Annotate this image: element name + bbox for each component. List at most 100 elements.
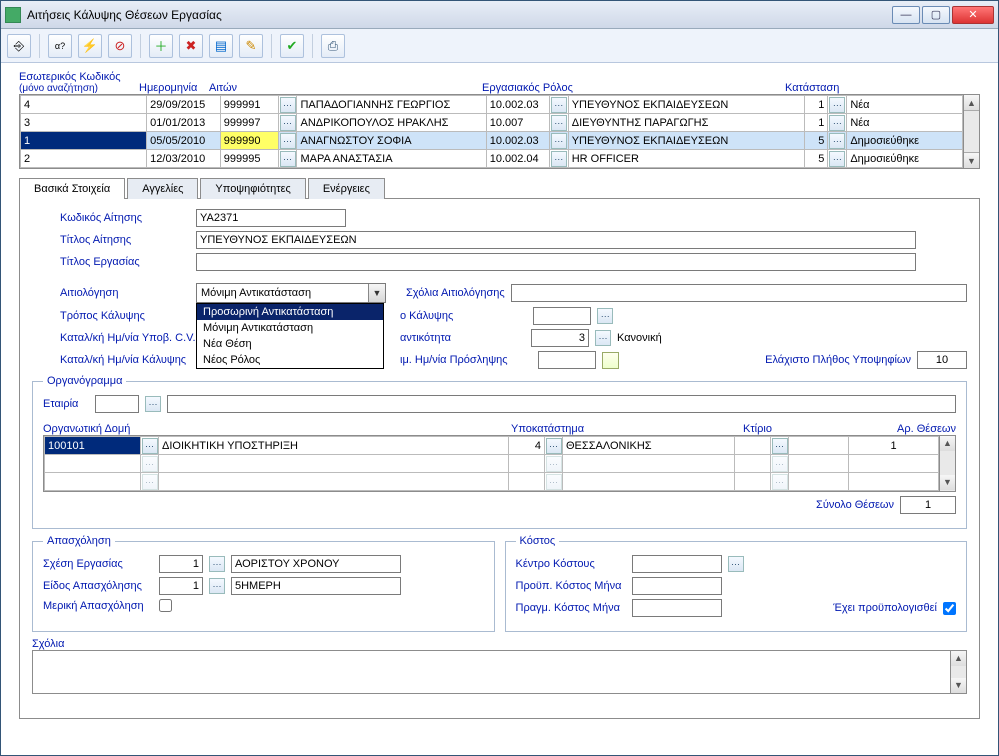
print-icon[interactable]: ⎙ [321,34,345,58]
label-total-positions: Σύνολο Θέσεων [816,499,894,511]
lookup-building-icon[interactable]: ⋯ [772,456,788,472]
table-row[interactable]: 429/09/2015999991⋯ΠΑΠΑΔΟΓΙΑΝΝΗΣ ΓΕΩΡΓΙΟΣ… [21,96,963,114]
label-is-budgeted: Έχει προϋπολογισθεί [833,602,937,614]
org-row-name: ΔΙΟΙΚΗΤΙΚΗ ΥΠΟΣΤΗΡΙΞΗ [159,437,509,455]
checkbox-partial-employment[interactable] [159,599,172,612]
lookup-status-icon[interactable]: ⋯ [829,133,845,149]
lookup-org-icon[interactable]: ⋯ [142,438,158,454]
tab-candidates[interactable]: Υποψηφιότητες [200,178,305,199]
lookup-company-icon[interactable]: ⋯ [145,396,161,412]
lookup-work-relation-icon[interactable]: ⋯ [209,556,225,572]
lightning-icon[interactable]: ⚡ [78,34,102,58]
input-hire-date[interactable] [538,351,596,369]
filter-blue-icon[interactable]: ▤ [209,34,233,58]
combo-reason-option[interactable]: Νέα Θέση [197,336,383,352]
minimize-button[interactable]: — [892,6,920,24]
input-employment-type-code[interactable] [159,577,203,595]
input-company-code[interactable] [95,395,139,413]
org-structure-grid[interactable]: 100101 ⋯ ΔΙΟΙΚΗΤΙΚΗ ΥΠΟΣΤΗΡΙΞΗ 4 ⋯ ΘΕΣΣΑ… [43,435,940,492]
input-work-relation-code[interactable] [159,555,203,573]
label-budget-cost: Προϋπ. Κόστος Μήνα [516,580,626,592]
lookup-cost-center-icon[interactable]: ⋯ [728,556,744,572]
lookup-employment-type-icon[interactable]: ⋯ [209,578,225,594]
add-green-icon[interactable]: ＋ [149,34,173,58]
combo-reason[interactable]: Μόνιμη Αντικατάσταση ▼ Προσωρινή Αντικατ… [196,283,386,303]
titlebar[interactable]: Αιτήσεις Κάλυψης Θέσεων Εργασίας — ▢ ✕ [1,1,998,29]
input-urgency-code[interactable] [531,329,589,347]
delete-red-icon[interactable]: ✖ [179,34,203,58]
label-cover-method: Τρόπος Κάλυψης [60,310,190,322]
input-request-code[interactable] [196,209,346,227]
lookup-requester-icon[interactable]: ⋯ [280,151,296,167]
lookup-building-icon[interactable]: ⋯ [772,474,788,490]
combo-reason-option[interactable]: Προσωρινή Αντικατάσταση [197,304,383,320]
lookup-status-icon[interactable]: ⋯ [829,97,845,113]
requests-grid[interactable]: 429/09/2015999991⋯ΠΑΠΑΔΟΓΙΑΝΝΗΣ ΓΕΩΡΓΙΟΣ… [19,94,964,169]
label-cv-deadline: Καταλ/κή Ημ/νία Υποβ. C.V. [60,332,215,344]
close-button[interactable]: ✕ [952,6,994,24]
lookup-branch-icon[interactable]: ⋯ [546,456,562,472]
lookup-role-icon[interactable]: ⋯ [551,97,567,113]
table-row[interactable]: 212/03/2010999995⋯ΜΑΡΑ ΑΝΑΣΤΑΣΙΑ10.002.0… [21,150,963,168]
check-green-icon[interactable]: ✔ [280,34,304,58]
checkbox-is-budgeted[interactable] [943,602,956,615]
grid-header-date: Ημερομηνία [139,82,197,94]
org-row-branch-code[interactable]: 4 [509,437,545,455]
lookup-role-icon[interactable]: ⋯ [551,133,567,149]
combo-reason-value: Μόνιμη Αντικατάσταση [197,286,368,300]
lookup-requester-icon[interactable]: ⋯ [280,133,296,149]
org-row-positions[interactable]: 1 [849,437,939,455]
label-company: Εταιρία [43,398,89,410]
lookup-branch-icon[interactable]: ⋯ [546,438,562,454]
tab-basic[interactable]: Βασικά Στοιχεία [19,178,125,199]
cancel-circle-icon[interactable]: ⊘ [108,34,132,58]
label-reason: Αιτιολόγηση [60,287,190,299]
lookup-cover-icon[interactable]: ⋯ [597,308,613,324]
input-cost-center-code[interactable] [632,555,722,573]
door-exit-icon[interactable]: ⎆ [7,34,31,58]
org-row-building-code[interactable] [735,437,771,455]
lookup-org-icon[interactable]: ⋯ [142,456,158,472]
label-actual-cost: Πραγμ. Κόστος Μήνα [516,602,626,614]
label-partial-employment: Μερική Απασχόληση [43,600,153,612]
lookup-urgency-icon[interactable]: ⋯ [595,330,611,346]
app-icon [5,7,21,23]
input-actual-cost[interactable] [632,599,722,617]
label-employment-type: Είδος Απασχόλησης [43,580,153,592]
urgency-text: Κανονική [617,332,662,344]
help-ab-icon[interactable]: α? [48,34,72,58]
lookup-role-icon[interactable]: ⋯ [551,151,567,167]
input-request-title[interactable] [196,231,916,249]
combo-reason-dropdown[interactable]: Προσωρινή ΑντικατάστασηΜόνιμη Αντικατάστ… [196,303,384,369]
lookup-role-icon[interactable]: ⋯ [551,115,567,131]
pencil-icon[interactable]: ✎ [239,34,263,58]
lookup-requester-icon[interactable]: ⋯ [280,97,296,113]
comments-scrollbar[interactable]: ▲▼ [951,650,967,694]
combo-reason-option[interactable]: Νέος Ρόλος [197,352,383,368]
tab-ads[interactable]: Αγγελίες [127,178,198,199]
org-row-code[interactable]: 100101 [45,437,141,455]
org-grid-scrollbar[interactable]: ▲▼ [940,435,956,492]
lookup-requester-icon[interactable]: ⋯ [280,115,296,131]
input-budget-cost[interactable] [632,577,722,595]
calendar-icon[interactable] [602,352,619,369]
grid-scrollbar[interactable]: ▲▼ [964,94,980,169]
lookup-org-icon[interactable]: ⋯ [142,474,158,490]
lookup-status-icon[interactable]: ⋯ [829,115,845,131]
textarea-comments[interactable] [32,650,951,694]
input-reason-comments[interactable] [511,284,967,302]
tab-actions[interactable]: Ενέργειες [308,178,385,199]
chevron-down-icon[interactable]: ▼ [368,284,385,302]
lookup-status-icon[interactable]: ⋯ [829,151,845,167]
maximize-button[interactable]: ▢ [922,6,950,24]
input-job-title[interactable] [196,253,916,271]
input-company-name[interactable] [167,395,956,413]
input-min-candidates[interactable] [917,351,967,369]
label-branch: Υποκατάστημα [511,423,743,435]
input-cover-code[interactable] [533,307,591,325]
combo-reason-option[interactable]: Μόνιμη Αντικατάσταση [197,320,383,336]
lookup-building-icon[interactable]: ⋯ [772,438,788,454]
table-row[interactable]: 105/05/2010999990⋯ΑΝΑΓΝΩΣΤΟΥ ΣΟΦΙΑ10.002… [21,132,963,150]
lookup-branch-icon[interactable]: ⋯ [546,474,562,490]
table-row[interactable]: 301/01/2013999997⋯ΑΝΔΡΙΚΟΠΟΥΛΟΣ ΗΡΑΚΛΗΣ1… [21,114,963,132]
